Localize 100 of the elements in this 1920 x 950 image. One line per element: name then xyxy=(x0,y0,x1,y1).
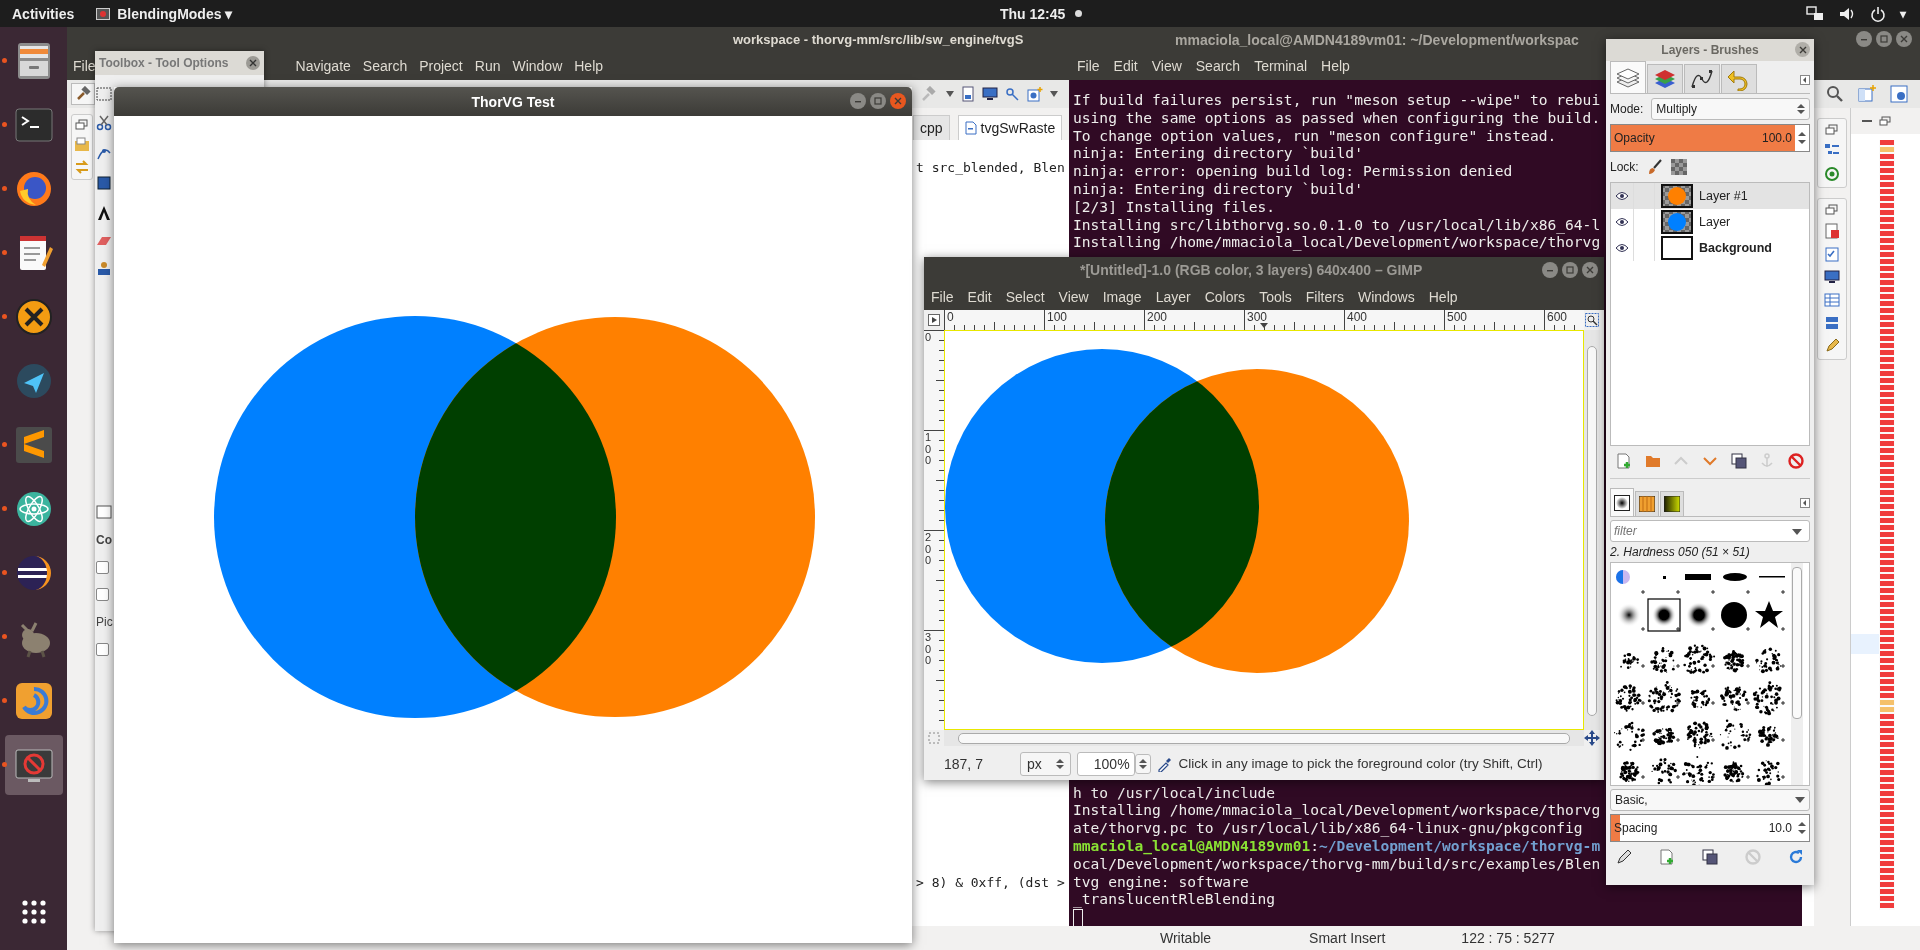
delete-icon[interactable] xyxy=(1787,453,1804,469)
zoom-to-fit-button[interactable] xyxy=(1584,310,1600,330)
dropdown-arrow-icon[interactable] xyxy=(1792,529,1802,535)
vertical-scrollbar[interactable] xyxy=(1791,563,1803,785)
checker-icon[interactable] xyxy=(1670,159,1687,175)
layer-row[interactable]: Layer #1 xyxy=(1611,183,1809,209)
menu-item[interactable]: Help xyxy=(1321,58,1350,74)
zoom-field[interactable]: 100% xyxy=(1076,751,1135,776)
network-icon[interactable] xyxy=(1806,5,1824,22)
menu-item[interactable]: File xyxy=(1077,58,1100,74)
menu-item[interactable]: Search xyxy=(362,58,408,74)
minimize-button[interactable] xyxy=(1542,262,1558,278)
menu-item[interactable]: Help xyxy=(1428,288,1458,305)
new-class-icon[interactable] xyxy=(1026,86,1044,102)
restore-icon[interactable] xyxy=(1825,124,1839,136)
new-brush-icon[interactable] xyxy=(1659,849,1675,865)
horizontal-scrollbar[interactable] xyxy=(944,730,1584,746)
volume-icon[interactable] xyxy=(1838,5,1856,22)
menu-item[interactable]: View xyxy=(1151,58,1182,74)
checkbox[interactable] xyxy=(96,588,109,601)
restore-icon[interactable] xyxy=(1879,116,1891,126)
system-menu-caret[interactable]: ▾ xyxy=(1900,6,1906,21)
maximize-button[interactable] xyxy=(870,93,886,109)
panel-tab[interactable] xyxy=(1660,491,1684,516)
folder-icon[interactable] xyxy=(1644,453,1661,469)
panel-menu-button[interactable] xyxy=(1800,498,1810,508)
menu-item[interactable]: Select xyxy=(1005,288,1045,305)
memory-icon[interactable] xyxy=(1824,315,1840,331)
navigate-button[interactable] xyxy=(1584,730,1600,746)
menu-item[interactable]: Image xyxy=(1102,288,1142,305)
menu-item[interactable]: Project xyxy=(419,58,463,74)
menu-item[interactable]: Edit xyxy=(1113,58,1138,74)
clock[interactable]: Thu 12:45 xyxy=(1000,5,1066,22)
tool-options-icon[interactable] xyxy=(96,505,112,519)
table-icon[interactable] xyxy=(1824,292,1840,308)
checkbox[interactable] xyxy=(96,643,109,656)
editor-tab[interactable]: tvgSwRaste xyxy=(957,115,1063,140)
menu-item[interactable]: View xyxy=(1058,288,1089,305)
menu-item[interactable]: Navigate xyxy=(295,58,351,74)
menu-item[interactable]: Layer xyxy=(1155,288,1191,305)
maximize-button[interactable] xyxy=(1876,31,1892,47)
power-icon[interactable] xyxy=(1870,5,1886,22)
menu-item[interactable]: Run xyxy=(474,58,501,74)
stamp-icon[interactable] xyxy=(96,261,112,277)
menu-item[interactable]: Filters xyxy=(1305,288,1344,305)
menu-item[interactable]: Tools xyxy=(1259,288,1292,305)
panel-tab[interactable] xyxy=(1610,488,1634,516)
minimize-button[interactable] xyxy=(850,93,866,109)
app-menu[interactable]: BlendingModes ▾ xyxy=(96,5,233,22)
mode-dropdown[interactable]: Multiply xyxy=(1651,98,1810,120)
folder-icon[interactable] xyxy=(74,137,90,153)
menu-item[interactable]: Edit xyxy=(967,288,992,305)
caret-icon[interactable] xyxy=(1050,91,1058,97)
maximize-button[interactable] xyxy=(1562,262,1578,278)
caret-icon[interactable] xyxy=(946,91,954,97)
monitor-icon[interactable] xyxy=(982,86,998,102)
select-tool-icon[interactable] xyxy=(96,87,112,101)
duplicate-icon[interactable] xyxy=(1730,453,1747,469)
menu-item[interactable]: Windows xyxy=(1357,288,1415,305)
pencil-icon[interactable] xyxy=(1824,338,1840,354)
vertical-scrollbar[interactable] xyxy=(1584,330,1600,730)
monitor-icon[interactable] xyxy=(1824,269,1840,285)
menu-item[interactable]: File xyxy=(73,58,96,74)
preset-dropdown[interactable]: Basic, xyxy=(1610,789,1810,811)
layer-row[interactable]: Layer xyxy=(1611,209,1809,235)
layer-row[interactable]: Background xyxy=(1611,235,1809,261)
menu-item[interactable]: Window xyxy=(512,58,563,74)
image-canvas[interactable] xyxy=(944,330,1584,730)
eraser-icon[interactable] xyxy=(96,235,112,247)
new-layer-icon[interactable] xyxy=(1616,453,1632,469)
activities-button[interactable]: Activities xyxy=(12,5,75,22)
build-button[interactable] xyxy=(71,83,95,105)
menu-item[interactable]: Terminal xyxy=(1254,58,1308,74)
scissors-icon[interactable] xyxy=(96,115,112,131)
restore-icon[interactable] xyxy=(1825,204,1839,216)
restore-icon[interactable] xyxy=(75,119,89,131)
search-icon[interactable] xyxy=(1826,85,1844,103)
menu-item[interactable]: Help xyxy=(574,58,604,74)
document-icon[interactable] xyxy=(960,86,976,102)
checkbox[interactable] xyxy=(96,561,109,574)
crop-tool-icon[interactable] xyxy=(96,175,112,191)
minimize-button[interactable] xyxy=(1856,31,1872,47)
target-icon[interactable] xyxy=(1824,166,1840,182)
filter-field[interactable]: filter xyxy=(1610,520,1810,542)
problems-icon[interactable] xyxy=(1824,223,1840,239)
close-button[interactable] xyxy=(246,56,260,70)
menu-item[interactable]: Search xyxy=(1195,58,1241,74)
duplicate-icon[interactable] xyxy=(1702,849,1718,865)
text-tool-icon[interactable] xyxy=(96,205,112,221)
menu-item[interactable]: File xyxy=(931,288,954,305)
close-button[interactable] xyxy=(1795,42,1810,57)
pencil-icon[interactable] xyxy=(1616,849,1632,865)
panel-tab[interactable] xyxy=(1684,64,1720,93)
unit-dropdown[interactable]: px xyxy=(1020,751,1071,776)
editor-tab[interactable]: cpp xyxy=(913,115,950,140)
class-perspective-icon[interactable] xyxy=(1890,85,1908,103)
menu-item[interactable]: Colors xyxy=(1204,288,1246,305)
tasks-icon[interactable] xyxy=(1824,246,1840,262)
refresh-icon[interactable] xyxy=(1788,849,1804,865)
panel-menu-button[interactable] xyxy=(1800,75,1810,85)
